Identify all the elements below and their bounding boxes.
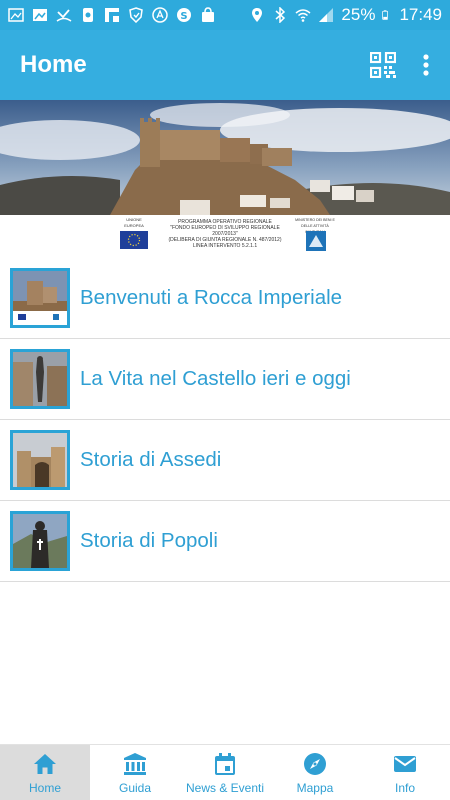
notification-icons: S xyxy=(8,7,249,23)
qr-code-icon[interactable] xyxy=(370,52,396,78)
photo-notification-icon xyxy=(33,9,47,21)
shield-notification-icon xyxy=(129,7,143,23)
nav-guida[interactable]: Guida xyxy=(90,745,180,800)
wifi-icon xyxy=(295,9,311,22)
nav-label: Guida xyxy=(118,780,152,795)
calendar-icon xyxy=(215,752,235,775)
missed-call-icon xyxy=(56,9,72,22)
popoli-thumbnail xyxy=(10,511,70,571)
nav-mappa[interactable]: Mappa xyxy=(270,745,360,800)
nav-label: Home xyxy=(28,780,61,795)
battery-percent: 25% xyxy=(341,5,376,24)
more-vert-icon[interactable] xyxy=(422,53,430,77)
museum-icon xyxy=(124,752,146,775)
compass-icon xyxy=(304,752,326,775)
assedi-thumbnail xyxy=(10,430,70,490)
benvenuti-thumbnail xyxy=(10,268,70,328)
list-item-popoli[interactable]: Storia di Popoli xyxy=(0,501,450,582)
list-item-label: Storia di Popoli xyxy=(80,529,218,552)
bluetooth-icon xyxy=(275,7,286,23)
nav-info[interactable]: Info xyxy=(360,745,450,800)
home-menu-list: Benvenuti a Rocca Imperiale La Vita nel … xyxy=(0,258,450,582)
nav-label: News & Eventi xyxy=(185,780,265,795)
flipboard-icon xyxy=(105,8,119,22)
status-bar: S 25% 17:49 xyxy=(0,0,450,30)
battery-icon xyxy=(382,10,389,20)
funding-logos: UNIONE EUROPEA PROGRAMMA OPERATIVO REGIO… xyxy=(0,215,450,257)
skype-icon: S xyxy=(177,8,191,22)
bag-notification-icon xyxy=(202,7,214,22)
nav-label: Mappa xyxy=(296,780,334,795)
signal-icon xyxy=(319,8,334,22)
eu-caption: UNIONE EUROPEA xyxy=(124,217,144,228)
list-item-label: La Vita nel Castello ieri e oggi xyxy=(80,367,351,390)
funding-caption: PROGRAMMA OPERATIVO REGIONALE "FONDO EUR… xyxy=(168,219,282,249)
system-status: 25% 17:49 xyxy=(249,5,442,25)
clock: 17:49 xyxy=(399,5,442,24)
svg-text:S: S xyxy=(180,11,187,22)
app-notification-icon xyxy=(83,8,93,22)
app-bar: Home xyxy=(0,30,450,100)
image-notification-icon xyxy=(8,8,24,22)
eu-flag-icon xyxy=(120,231,148,249)
bottom-navigation: Home Guida News & Eventi Mappa Info xyxy=(0,744,450,800)
castle-banner-image xyxy=(0,100,450,215)
list-item-benvenuti[interactable]: Benvenuti a Rocca Imperiale xyxy=(0,258,450,339)
home-icon xyxy=(34,753,56,774)
location-icon xyxy=(252,8,263,22)
list-item-label: Storia di Assedi xyxy=(80,448,222,471)
mail-icon xyxy=(394,755,416,772)
vita-castello-thumbnail xyxy=(10,349,70,409)
nav-label: Info xyxy=(394,780,415,795)
nav-home[interactable]: Home xyxy=(0,745,90,800)
ministry-logo-icon xyxy=(306,231,326,251)
pdf-notification-icon xyxy=(152,7,168,23)
page-title: Home xyxy=(20,51,87,78)
list-item-label: Benvenuti a Rocca Imperiale xyxy=(80,286,343,309)
nav-news-eventi[interactable]: News & Eventi xyxy=(180,745,270,800)
list-item-assedi[interactable]: Storia di Assedi xyxy=(0,420,450,501)
list-item-vita-castello[interactable]: La Vita nel Castello ieri e oggi xyxy=(0,339,450,420)
